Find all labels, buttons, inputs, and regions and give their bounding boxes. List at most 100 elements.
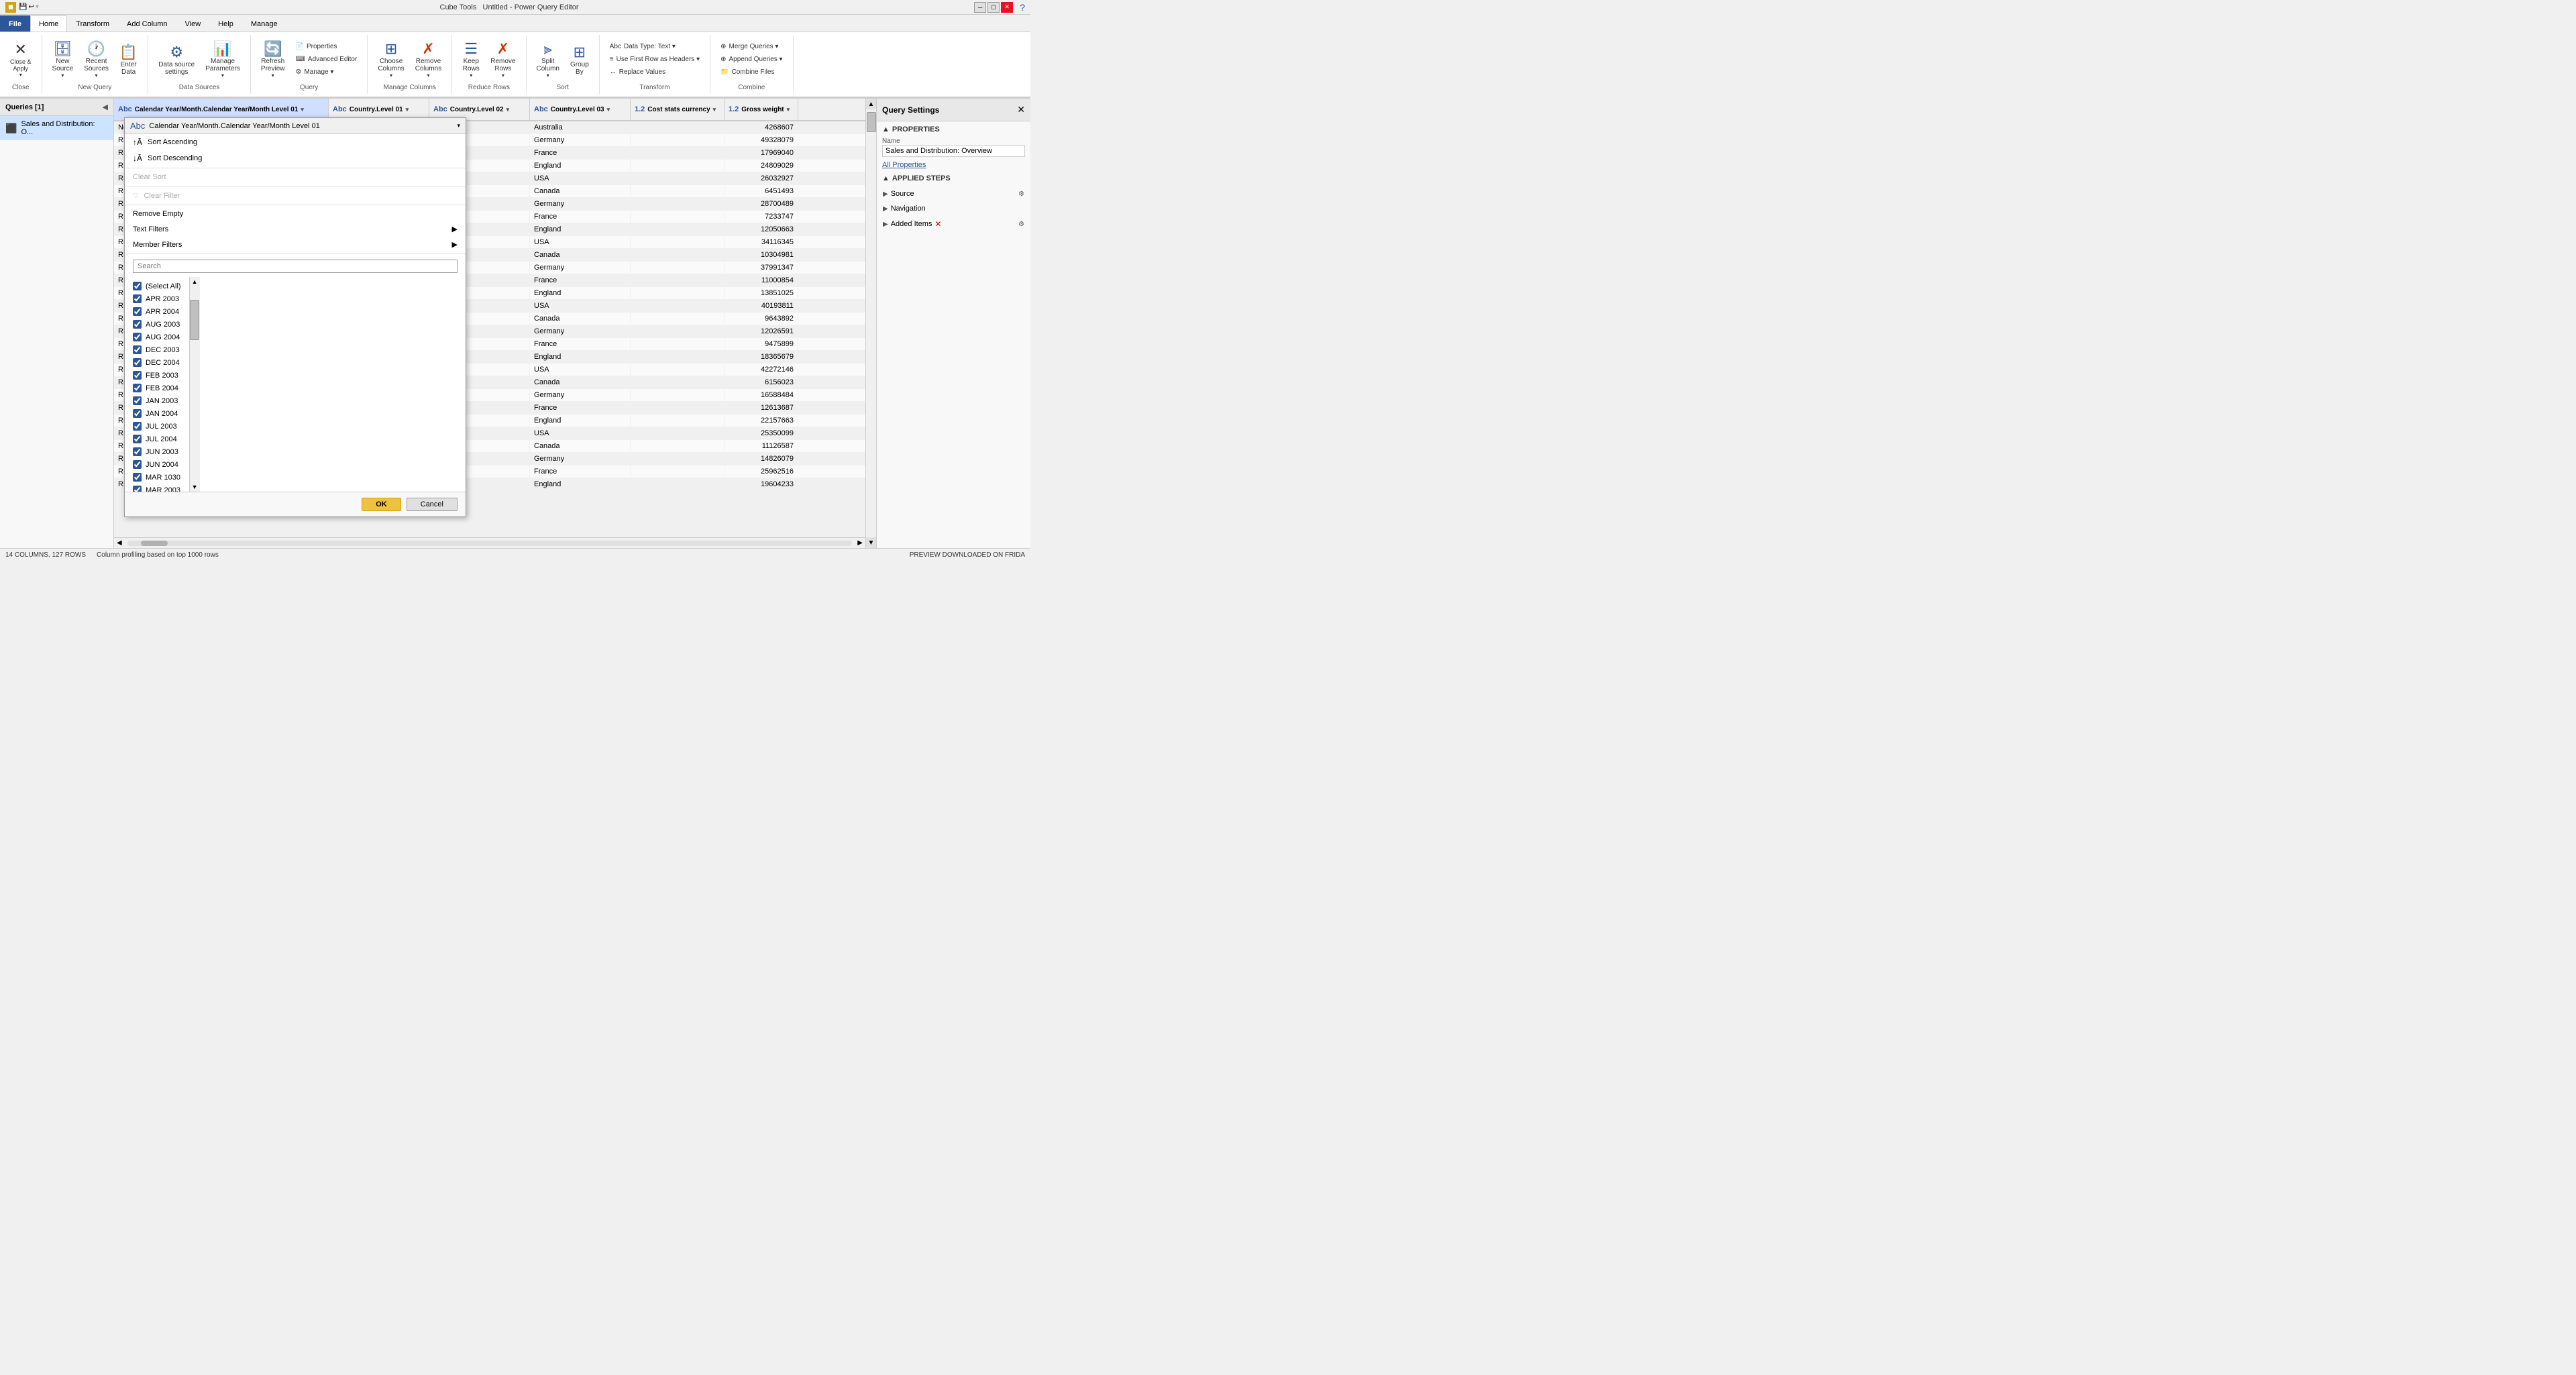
checkbox-4[interactable]	[133, 333, 142, 341]
checkbox-1[interactable]	[133, 294, 142, 303]
use-first-row-button[interactable]: ≡ Use First Row as Headers ▾	[605, 54, 704, 65]
scroll-left-arrow[interactable]: ◀	[114, 539, 125, 547]
step-gear-btn-0[interactable]: ⚙	[1018, 190, 1024, 198]
checkbox-item-3[interactable]: AUG 2003	[125, 318, 189, 331]
filter-ok-button[interactable]: OK	[362, 498, 401, 511]
tab-add-column[interactable]: Add Column	[118, 15, 176, 32]
checkbox-item-2[interactable]: APR 2004	[125, 305, 189, 318]
checkbox-14[interactable]	[133, 460, 142, 469]
sort-ascending-item[interactable]: ↑Ā Sort Ascending	[125, 134, 466, 150]
save-icon[interactable]: 💾	[19, 3, 27, 11]
checkbox-item-10[interactable]: JAN 2004	[125, 407, 189, 420]
step-item-0[interactable]: ▶ Source⚙	[877, 186, 1030, 201]
minimize-btn[interactable]: ─	[974, 2, 986, 13]
checkbox-11[interactable]	[133, 422, 142, 431]
sort-descending-item[interactable]: ↓Ā Sort Descending	[125, 150, 466, 166]
checkbox-item-16[interactable]: MAR 2003	[125, 484, 189, 492]
data-source-settings-button[interactable]: ⚙ Data sourcesettings	[154, 41, 199, 78]
checkbox-15[interactable]	[133, 473, 142, 482]
undo-icon[interactable]: ↩	[28, 3, 34, 11]
help-btn[interactable]: ?	[1020, 2, 1025, 13]
combine-files-button[interactable]: 📁 Combine Files	[716, 66, 787, 78]
restore-btn[interactable]: ◻	[987, 2, 1000, 13]
col-filter-btn-3[interactable]: ▾	[607, 106, 610, 113]
checkbox-item-0[interactable]: (Select All)	[125, 280, 189, 292]
refresh-preview-button[interactable]: 🔄 RefreshPreview ▾	[256, 38, 290, 81]
col-header-4[interactable]: 1.2 Cost stats currency ▾	[631, 99, 724, 120]
col-filter-btn-1[interactable]: ▾	[406, 106, 409, 113]
checkbox-8[interactable]	[133, 384, 142, 392]
manage-parameters-button[interactable]: 📊 ManageParameters ▾	[201, 38, 245, 81]
checkbox-9[interactable]	[133, 396, 142, 405]
checkbox-0[interactable]	[133, 282, 142, 290]
tab-file[interactable]: File	[0, 15, 30, 32]
text-filters-item[interactable]: Text Filters ▶	[125, 221, 466, 237]
checkbox-13[interactable]	[133, 447, 142, 456]
tab-help[interactable]: Help	[209, 15, 242, 32]
scroll-down-arrow[interactable]: ▼	[190, 482, 200, 492]
v-scroll-thumb[interactable]	[867, 112, 876, 132]
checkbox-item-1[interactable]: APR 2003	[125, 292, 189, 305]
recent-sources-button[interactable]: 🕐 RecentSources ▾	[79, 38, 113, 81]
manage-button[interactable]: ⚙ Manage ▾	[290, 66, 362, 78]
checkbox-item-12[interactable]: JUL 2004	[125, 433, 189, 445]
v-scroll-down-arrow[interactable]: ▼	[866, 537, 876, 548]
checkbox-item-13[interactable]: JUN 2003	[125, 445, 189, 458]
step-item-1[interactable]: ▶ Navigation	[877, 201, 1030, 216]
checkbox-12[interactable]	[133, 435, 142, 443]
checkbox-5[interactable]	[133, 345, 142, 354]
col-filter-btn-5[interactable]: ▾	[787, 106, 790, 113]
replace-values-button[interactable]: ↔ Replace Values	[605, 66, 704, 78]
customize-icon[interactable]: ▾	[36, 3, 39, 11]
checkbox-item-15[interactable]: MAR 1030	[125, 471, 189, 484]
filter-search-input[interactable]	[133, 260, 458, 273]
close-btn[interactable]: ✕	[1001, 2, 1013, 13]
col-filter-btn-2[interactable]: ▾	[506, 106, 510, 113]
enter-data-button[interactable]: 📋 EnterData	[115, 41, 142, 78]
checkbox-item-14[interactable]: JUN 2004	[125, 458, 189, 471]
step-item-2[interactable]: ▶ Added Items✕⚙	[877, 216, 1030, 232]
all-properties-link[interactable]: All Properties	[877, 160, 1030, 170]
checkbox-item-11[interactable]: JUL 2003	[125, 420, 189, 433]
horizontal-scrollbar[interactable]: ◀ ▶	[114, 537, 865, 548]
col-filter-btn-4[interactable]: ▾	[713, 106, 716, 113]
tab-home[interactable]: Home	[30, 15, 67, 32]
query-settings-close-icon[interactable]: ✕	[1017, 104, 1025, 115]
filter-cancel-button[interactable]: Cancel	[407, 498, 458, 511]
choose-columns-button[interactable]: ⊞ ChooseColumns ▾	[373, 38, 409, 81]
tab-transform[interactable]: Transform	[67, 15, 118, 32]
v-scroll-up-arrow[interactable]: ▲	[866, 99, 876, 109]
filter-col-dropdown-arrow[interactable]: ▾	[457, 122, 460, 129]
checkbox-10[interactable]	[133, 409, 142, 418]
new-source-button[interactable]: 🗄 NewSource ▾	[48, 38, 78, 81]
checkbox-item-4[interactable]: AUG 2004	[125, 331, 189, 343]
keep-rows-button[interactable]: ☰ KeepRows ▾	[458, 38, 484, 81]
tab-manage[interactable]: Manage	[242, 15, 286, 32]
remove-empty-item[interactable]: Remove Empty	[125, 207, 466, 221]
checkbox-item-9[interactable]: JAN 2003	[125, 394, 189, 407]
checkbox-item-8[interactable]: FEB 2004	[125, 382, 189, 394]
step-delete-btn-2[interactable]: ✕	[934, 219, 941, 229]
collapse-button[interactable]: ◀	[103, 103, 108, 111]
scroll-thumb[interactable]	[190, 300, 199, 340]
step-gear-btn-2[interactable]: ⚙	[1018, 221, 1024, 228]
split-column-button[interactable]: ⫸ SplitColumn ▾	[532, 38, 564, 81]
col-header-3[interactable]: Abc Country.Level 03 ▾	[530, 99, 631, 120]
checkbox-item-5[interactable]: DEC 2003	[125, 343, 189, 356]
checkbox-item-6[interactable]: DEC 2004	[125, 356, 189, 369]
query-item-sales[interactable]: ⬛ Sales and Distribution: O...	[0, 116, 113, 140]
remove-columns-button[interactable]: ✗ RemoveColumns ▾	[411, 38, 446, 81]
properties-button[interactable]: 📄 Properties	[290, 41, 362, 52]
group-by-button[interactable]: ⊞ GroupBy	[566, 41, 594, 78]
scroll-right-arrow[interactable]: ▶	[855, 539, 865, 547]
checkbox-2[interactable]	[133, 307, 142, 316]
checkbox-3[interactable]	[133, 320, 142, 329]
checkbox-7[interactable]	[133, 371, 142, 380]
data-type-button[interactable]: Abc Data Type: Text ▾	[605, 41, 704, 52]
name-property-input[interactable]	[882, 145, 1025, 157]
checkbox-item-7[interactable]: FEB 2003	[125, 369, 189, 382]
h-scroll-thumb[interactable]	[141, 541, 168, 546]
checkbox-16[interactable]	[133, 486, 142, 492]
close-apply-button[interactable]: ✕ Close & Apply ▾	[5, 38, 36, 80]
col-header-5[interactable]: 1.2 Gross weight ▾	[724, 99, 798, 120]
